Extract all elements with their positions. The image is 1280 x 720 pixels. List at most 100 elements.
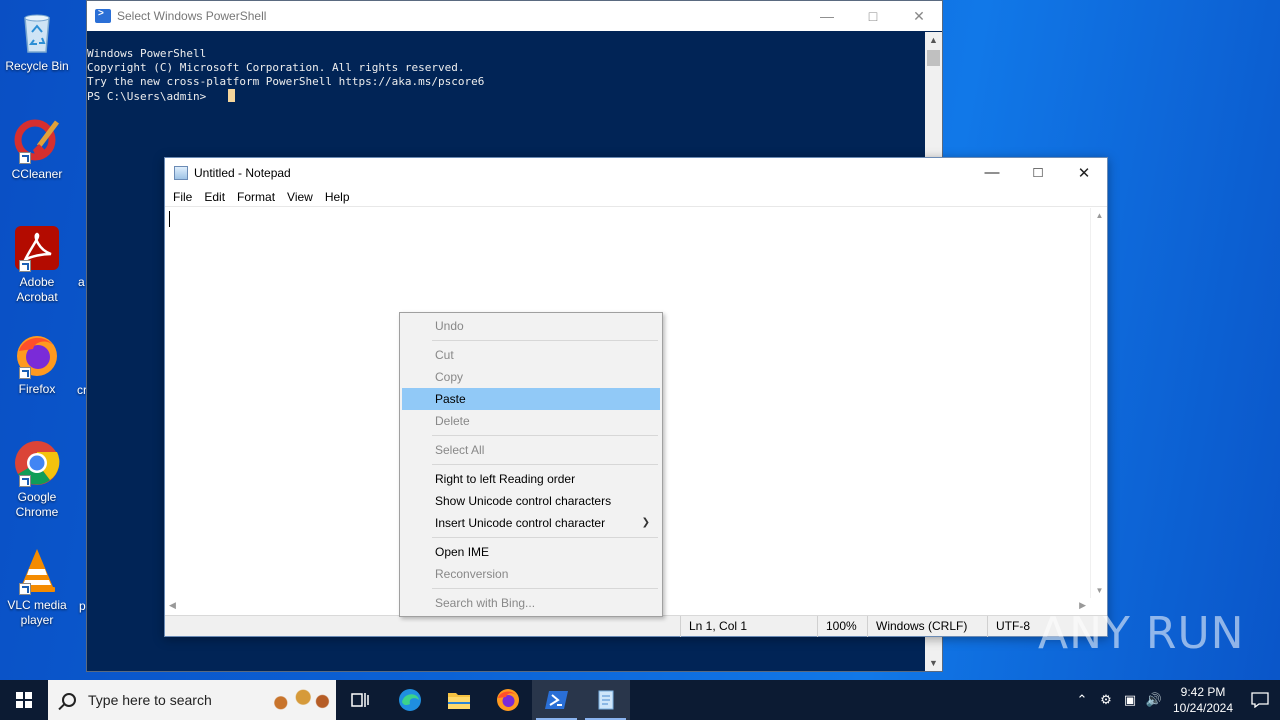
menu-item-show-unicode[interactable]: Show Unicode control characters — [402, 490, 660, 512]
taskbar-search-box[interactable]: Type here to search — [48, 680, 336, 720]
notepad-icon — [598, 690, 613, 710]
shortcut-arrow-icon — [19, 152, 31, 164]
desktop-icon-label: Recycle Bin — [5, 59, 69, 73]
context-menu: Undo Cut Copy Paste Delete Select All Ri… — [399, 312, 663, 617]
console-cursor — [228, 89, 236, 102]
taskbar-powershell[interactable] — [532, 680, 581, 720]
taskbar-edge[interactable] — [385, 680, 434, 720]
close-button[interactable]: ✕ — [896, 8, 942, 25]
close-button[interactable]: ✕ — [1061, 164, 1107, 182]
network-icon[interactable]: ▣ — [1118, 692, 1142, 708]
scroll-up-icon[interactable]: ▲ — [1091, 211, 1108, 220]
powershell-titlebar[interactable]: Select Windows PowerShell — □ ✕ — [87, 1, 942, 31]
menu-item-delete[interactable]: Delete — [402, 410, 660, 432]
menu-separator — [432, 464, 658, 465]
menu-file[interactable]: File — [167, 190, 198, 204]
menu-item-search-bing[interactable]: Search with Bing... — [402, 592, 660, 614]
desktop-icon-adobe-acrobat[interactable]: Adobe Acrobat — [4, 224, 70, 305]
edge-icon — [398, 689, 421, 711]
desktop-icon-label: Google Chrome — [15, 490, 59, 519]
vertical-scrollbar[interactable]: ▲ ▼ — [1090, 208, 1107, 598]
task-view-button[interactable] — [336, 680, 385, 720]
powershell-icon — [544, 691, 568, 709]
menu-item-undo[interactable]: Undo — [402, 315, 660, 337]
menu-item-copy[interactable]: Copy — [402, 366, 660, 388]
maximize-button[interactable]: □ — [1015, 164, 1061, 182]
scroll-up-icon[interactable]: ▲ — [925, 35, 942, 45]
desktop-icon-google-chrome[interactable]: Google Chrome — [4, 439, 70, 520]
menu-separator — [432, 588, 658, 589]
status-encoding: UTF-8 — [987, 616, 1030, 637]
maximize-button[interactable]: □ — [850, 8, 896, 25]
menu-separator — [432, 435, 658, 436]
shortcut-arrow-icon — [19, 475, 31, 487]
anyrun-watermark: ANY RUN — [1038, 608, 1245, 659]
desktop-icon-ccleaner[interactable]: CCleaner — [4, 116, 70, 182]
desktop-icon-label-partial: a — [78, 275, 85, 289]
console-line: Windows PowerShell — [87, 47, 207, 60]
volume-icon[interactable]: 🔊 — [1142, 692, 1166, 708]
task-view-icon — [350, 693, 369, 707]
search-highlight-image-icon — [268, 686, 332, 714]
vlc-icon — [13, 547, 61, 595]
firefox-icon — [13, 331, 61, 379]
submenu-arrow-icon: ❯ — [641, 517, 650, 528]
menu-item-open-ime[interactable]: Open IME — [402, 541, 660, 563]
minimize-button[interactable]: — — [969, 164, 1015, 182]
desktop-icon-label-partial: p — [79, 599, 86, 613]
taskbar-clock[interactable]: 9:42 PM 10/24/2024 — [1166, 684, 1240, 716]
security-icon[interactable]: ⚙ — [1094, 692, 1118, 708]
menu-item-insert-unicode[interactable]: Insert Unicode control character ❯ — [402, 512, 660, 534]
chevron-up-icon[interactable]: ⌃ — [1070, 692, 1094, 708]
notepad-icon — [174, 165, 188, 180]
taskbar-firefox[interactable] — [483, 680, 532, 720]
menu-item-reconversion[interactable]: Reconversion — [402, 563, 660, 585]
chrome-icon — [13, 439, 61, 487]
adobe-acrobat-icon — [13, 224, 61, 272]
desktop-icon-label: CCleaner — [11, 167, 63, 181]
clock-date: 10/24/2024 — [1172, 701, 1234, 715]
shortcut-arrow-icon — [19, 260, 31, 272]
ccleaner-icon — [13, 116, 61, 164]
scroll-thumb[interactable] — [927, 50, 940, 66]
scroll-left-icon[interactable]: ◀ — [169, 600, 176, 611]
scroll-down-icon[interactable]: ▼ — [1091, 586, 1108, 595]
console-line: Try the new cross-platform PowerShell ht… — [87, 75, 485, 88]
firefox-icon — [496, 689, 519, 711]
console-line: Copyright (C) Microsoft Corporation. All… — [87, 61, 465, 74]
menu-item-select-all[interactable]: Select All — [402, 439, 660, 461]
menu-format[interactable]: Format — [231, 190, 281, 204]
notification-center-button[interactable] — [1240, 692, 1280, 708]
desktop-icon-label: Adobe Acrobat — [16, 275, 58, 304]
menu-view[interactable]: View — [281, 190, 319, 204]
minimize-button[interactable]: — — [804, 8, 850, 25]
folder-icon — [447, 693, 470, 709]
scroll-down-icon[interactable]: ▼ — [925, 658, 942, 668]
window-title: Untitled - Notepad — [194, 165, 291, 180]
powershell-icon — [95, 8, 111, 23]
menu-bar: File Edit Format View Help — [165, 187, 1107, 207]
desktop-icon-recycle-bin[interactable]: Recycle Bin — [4, 8, 70, 74]
status-line-ending: Windows (CRLF) — [867, 616, 967, 637]
text-caret — [169, 211, 170, 227]
start-button[interactable] — [0, 680, 48, 720]
menu-edit[interactable]: Edit — [198, 190, 231, 204]
shortcut-arrow-icon — [19, 583, 31, 595]
menu-item-paste[interactable]: Paste — [402, 388, 660, 410]
console-prompt: PS C:\Users\admin> — [87, 90, 207, 103]
recycle-bin-icon — [13, 8, 61, 56]
desktop-icon-vlc[interactable]: VLC media player — [4, 547, 70, 628]
menu-help[interactable]: Help — [319, 190, 356, 204]
menu-item-rtl-reading-order[interactable]: Right to left Reading order — [402, 468, 660, 490]
notepad-titlebar[interactable]: Untitled - Notepad — □ ✕ — [165, 158, 1107, 187]
console-output[interactable]: Windows PowerShell Copyright (C) Microsof… — [87, 31, 942, 132]
status-position: Ln 1, Col 1 — [680, 616, 747, 637]
desktop-icon-firefox[interactable]: Firefox — [4, 331, 70, 397]
shortcut-arrow-icon — [19, 367, 31, 379]
taskbar-notepad[interactable] — [581, 680, 630, 720]
taskbar-file-explorer[interactable] — [434, 680, 483, 720]
search-icon — [62, 693, 76, 707]
desktop-icon-label: Firefox — [18, 382, 56, 396]
menu-item-cut[interactable]: Cut — [402, 344, 660, 366]
search-placeholder: Type here to search — [88, 692, 212, 708]
